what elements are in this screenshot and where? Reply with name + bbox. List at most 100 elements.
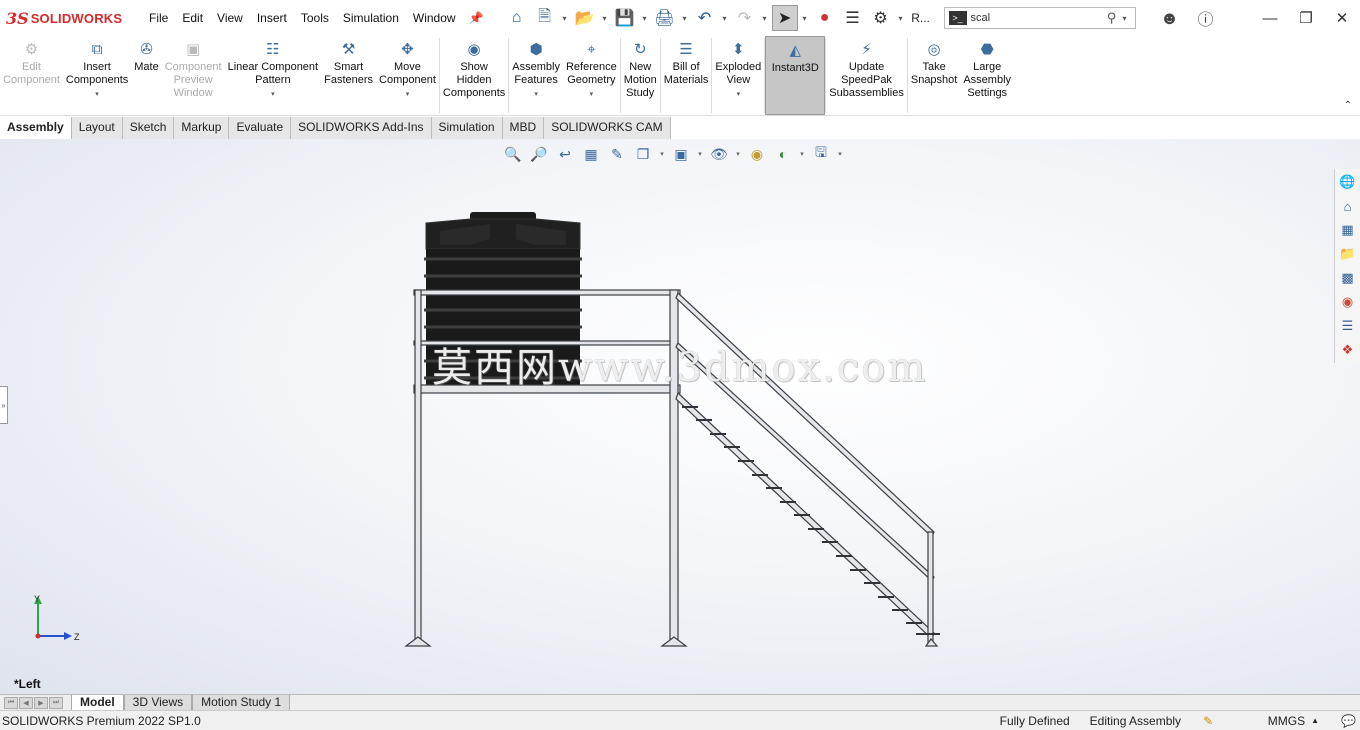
dropdown-arrow-icon[interactable]: ▾: [534, 88, 538, 101]
new-document-icon[interactable]: 🗎: [532, 5, 558, 31]
dropdown-arrow-icon[interactable]: ▾: [406, 88, 410, 101]
feature-manager-expand-handle[interactable]: »: [0, 386, 8, 424]
search-icon[interactable]: ⚲: [1101, 10, 1123, 26]
tab-solidworks-cam[interactable]: SOLIDWORKS CAM: [544, 117, 671, 139]
viewport-left-arrow-icon[interactable]: ◀: [1251, 139, 1260, 140]
search-box[interactable]: >_ scal ⚲ ▾: [943, 7, 1136, 29]
menu-edit[interactable]: Edit: [175, 11, 210, 25]
tab-assembly[interactable]: Assembly: [0, 117, 72, 139]
select-cursor-icon[interactable]: ➤: [771, 5, 798, 31]
cmd-reference-geometry-button[interactable]: ⌖ Reference Geometry ▾: [563, 36, 620, 115]
graphics-area[interactable]: 莫西网www.3dmox.com 🔍 🔎 ↩ ▦ ✎ ❐ ▾ ▣ ▾ 👁 ▾ ◉…: [0, 139, 1360, 694]
solidworks-logo[interactable]: 3S SOLIDWORKS: [6, 9, 136, 28]
collapse-ribbon-icon[interactable]: ⌃: [1344, 100, 1352, 111]
bottom-tab-model[interactable]: Model: [71, 694, 124, 711]
solidworks-resources-icon[interactable]: 🌐: [1335, 171, 1360, 193]
new-dropdown-icon[interactable]: ▾: [560, 14, 570, 23]
dropdown-arrow-icon[interactable]: ▾: [590, 88, 594, 101]
file-properties-icon[interactable]: ☰: [840, 5, 866, 31]
home-icon[interactable]: ⌂: [504, 5, 530, 31]
forum-icon[interactable]: ❖: [1335, 339, 1360, 361]
cmd-large-assembly-settings-button[interactable]: ⬣ Large Assembly Settings: [960, 36, 1014, 115]
cmd-mate-button[interactable]: ✇ Mate: [131, 36, 161, 115]
pin-icon[interactable]: 📌: [469, 11, 484, 25]
cmd-show-hidden-components-button[interactable]: ◉ Show Hidden Components: [440, 36, 508, 115]
dropdown-arrow-icon[interactable]: ▾: [95, 88, 99, 101]
section-view-icon[interactable]: ▦: [580, 144, 602, 164]
appearances-icon[interactable]: ◉: [1335, 291, 1360, 313]
undo-dropdown-icon[interactable]: ▾: [720, 14, 730, 23]
tab-mbd[interactable]: MBD: [502, 117, 545, 139]
water-tank-stand-model[interactable]: [0, 139, 1360, 694]
tab-solidworks-add-ins[interactable]: SOLIDWORKS Add-Ins: [291, 117, 432, 139]
viewport-right-arrow-icon[interactable]: ▶: [1272, 139, 1281, 140]
restore-icon[interactable]: ❐: [1288, 9, 1324, 27]
rebuild-status-icon[interactable]: ✎: [1191, 714, 1225, 728]
unit-system[interactable]: MMGS: [1225, 714, 1305, 728]
print-dropdown-icon[interactable]: ▾: [680, 14, 690, 23]
save-dropdown-icon[interactable]: ▾: [640, 14, 650, 23]
view-orientation-icon[interactable]: ❐: [632, 144, 654, 164]
open-folder-icon[interactable]: 📂: [572, 5, 598, 31]
design-library-icon[interactable]: ▦: [1335, 219, 1360, 241]
view-orientation-dropdown-icon[interactable]: ▾: [658, 144, 666, 164]
display-style-dropdown-icon[interactable]: ▾: [696, 144, 704, 164]
view-palette-icon[interactable]: ▩: [1335, 267, 1360, 289]
search-input[interactable]: scal: [971, 12, 1101, 24]
menu-view[interactable]: View: [210, 11, 250, 25]
options-gear-icon[interactable]: ⚙: [868, 5, 894, 31]
last-tab-icon[interactable]: ⏭: [49, 696, 63, 709]
bottom-tab-3d-views[interactable]: 3D Views: [123, 694, 193, 711]
view-settings-icon[interactable]: 🖫: [810, 144, 832, 164]
edit-appearance-icon[interactable]: ◉: [746, 144, 768, 164]
open-dropdown-icon[interactable]: ▾: [600, 14, 610, 23]
select-dropdown-icon[interactable]: ▾: [800, 14, 810, 23]
print-icon[interactable]: 🖨: [652, 5, 678, 31]
tab-layout[interactable]: Layout: [71, 117, 123, 139]
menu-file[interactable]: File: [142, 11, 175, 25]
viewport-close-icon[interactable]: ✕: [1340, 139, 1350, 140]
cmd-assembly-features-button[interactable]: ⬢ Assembly Features ▾: [509, 36, 563, 115]
scene-dropdown-icon[interactable]: ▾: [798, 144, 806, 164]
cmd-smart-fasteners-button[interactable]: ⚒ Smart Fasteners: [321, 36, 376, 115]
viewport-minimize-icon[interactable]: —: [1293, 139, 1305, 140]
close-icon[interactable]: ✕: [1324, 9, 1360, 27]
tab-evaluate[interactable]: Evaluate: [229, 117, 292, 139]
dynamic-annotation-icon[interactable]: ✎: [606, 144, 628, 164]
search-dropdown-icon[interactable]: ▾: [1123, 14, 1135, 23]
messages-icon[interactable]: 💬: [1341, 714, 1360, 728]
menu-simulation[interactable]: Simulation: [336, 11, 406, 25]
tab-sketch[interactable]: Sketch: [122, 117, 175, 139]
user-account-icon[interactable]: ☻: [1152, 8, 1188, 29]
hide-show-dropdown-icon[interactable]: ▾: [734, 144, 742, 164]
cmd-new-motion-study-button[interactable]: ↻ New Motion Study: [621, 36, 660, 115]
rebuild-label[interactable]: R...: [908, 5, 934, 31]
tab-simulation[interactable]: Simulation: [431, 117, 503, 139]
dropdown-arrow-icon[interactable]: ▾: [271, 88, 275, 101]
cmd-exploded-view-button[interactable]: ⬍ Exploded View ▾: [712, 36, 764, 115]
undo-icon[interactable]: ↶: [692, 5, 718, 31]
minimize-icon[interactable]: —: [1252, 10, 1288, 27]
cmd-move-component-button[interactable]: ✥ Move Component ▾: [376, 36, 439, 115]
cmd-linear-component-pattern-button[interactable]: ☷ Linear Component Pattern ▾: [225, 36, 322, 115]
bottom-tab-motion-study-1[interactable]: Motion Study 1: [192, 694, 291, 711]
dropdown-arrow-icon[interactable]: ▾: [737, 88, 741, 101]
next-tab-icon[interactable]: ▶: [34, 696, 48, 709]
view-settings-dropdown-icon[interactable]: ▾: [836, 144, 844, 164]
file-explorer-icon[interactable]: 📁: [1335, 243, 1360, 265]
tab-markup[interactable]: Markup: [174, 117, 230, 139]
hide-show-items-icon[interactable]: 👁: [708, 144, 730, 164]
zoom-to-area-icon[interactable]: 🔎: [528, 144, 550, 164]
menu-tools[interactable]: Tools: [294, 11, 336, 25]
cmd-bill-of-materials-button[interactable]: ☰ Bill of Materials: [661, 36, 712, 115]
menu-insert[interactable]: Insert: [250, 11, 294, 25]
first-tab-icon[interactable]: ⏮: [4, 696, 18, 709]
zoom-to-fit-icon[interactable]: 🔍: [502, 144, 524, 164]
apply-scene-icon[interactable]: ◐: [772, 144, 794, 164]
help-icon[interactable]: ⓘ: [1188, 6, 1224, 30]
cmd-take-snapshot-button[interactable]: ◎ Take Snapshot: [908, 36, 960, 115]
menu-window[interactable]: Window: [406, 11, 463, 25]
cmd-instant3d-button[interactable]: ◭ Instant3D: [765, 36, 826, 115]
options-dropdown-icon[interactable]: ▾: [896, 14, 906, 23]
cmd-update-speedpak-subassemblies-button[interactable]: ⚡ Update SpeedPak Subassemblies: [826, 36, 907, 115]
